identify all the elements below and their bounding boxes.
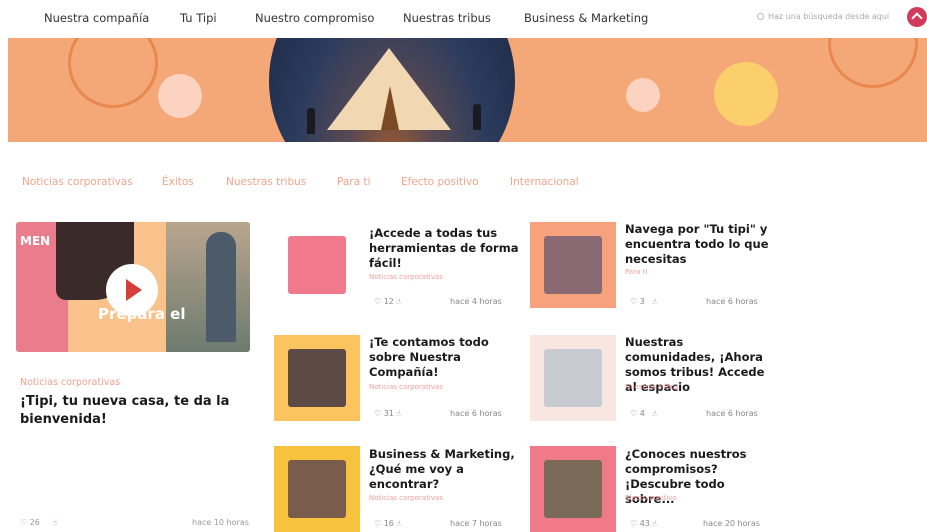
feature-category[interactable]: Noticias corporativas [20, 377, 120, 388]
card-title[interactable]: Navega por "Tu tipi" y encuentra todo lo… [625, 222, 775, 267]
heart-icon[interactable]: ♡ [630, 519, 637, 528]
heart-icon[interactable]: ♡ [374, 519, 381, 528]
banner-circle [714, 62, 778, 126]
thumbs-up-icon[interactable]: ☝ [396, 409, 420, 418]
card-category[interactable]: Nuestras tribus [625, 383, 679, 391]
card-thumbnail[interactable] [274, 335, 360, 421]
tent-door [381, 86, 399, 130]
tab-nuestras-tribus[interactable]: Nuestras tribus [226, 176, 306, 188]
card-meta: ♡ 43 ☝ [630, 519, 676, 528]
like-count: 26 [29, 518, 40, 527]
card-time: hace 7 horas [450, 519, 502, 528]
tab-exitos[interactable]: Éxitos [162, 176, 194, 188]
card-category[interactable]: Efecto positivo [625, 494, 677, 502]
banner-ring [68, 38, 158, 108]
search-input[interactable]: Haz una búsqueda desde aquí [757, 12, 889, 21]
nav-item-nuestra-compania[interactable]: Nuestra compañía [44, 11, 149, 25]
thumbs-up-icon[interactable]: ☝ [652, 519, 676, 528]
tab-noticias-corporativas[interactable]: Noticias corporativas [22, 176, 133, 188]
banner-ring [828, 38, 918, 88]
card-time: hace 6 horas [706, 409, 758, 418]
card-image [288, 460, 346, 518]
tab-efecto-positivo[interactable]: Efecto positivo [401, 176, 479, 188]
like-count: 3 [639, 297, 645, 306]
like-count: 16 [383, 519, 394, 528]
card-category[interactable]: Para ti [625, 268, 647, 276]
heart-icon[interactable]: ♡ [374, 409, 381, 418]
person-silhouette [473, 104, 481, 130]
heart-icon[interactable]: ♡ [374, 297, 381, 306]
thumbs-up-icon[interactable]: ☝ [652, 297, 676, 306]
thumbs-up-icon[interactable]: ☝ [652, 409, 676, 418]
top-navigation: Nuestra compañía Tu Tipi Nuestro comprom… [0, 0, 927, 38]
thumbs-up-icon[interactable]: ☝ [396, 297, 420, 306]
search-icon [757, 13, 764, 20]
card-image [544, 460, 602, 518]
banner-circle [158, 74, 202, 118]
feature-title[interactable]: ¡Tipi, tu nueva casa, te da la bienvenid… [20, 393, 250, 429]
tab-para-ti[interactable]: Para ti [337, 176, 370, 188]
card-meta: ♡ 31 ☝ [374, 409, 420, 418]
feature-video-thumbnail[interactable]: MEN Prepara el [16, 222, 250, 352]
heart-icon[interactable]: ♡ [630, 297, 637, 306]
card-meta: ♡ 4 ☝ [630, 409, 676, 418]
card-title[interactable]: ¡Te contamos todo sobre Nuestra Compañía… [369, 335, 519, 380]
card-time: hace 6 horas [450, 409, 502, 418]
like-count: 4 [639, 409, 645, 418]
card-image [544, 349, 602, 407]
feature-meta: ♡ 26 ☝ [20, 518, 57, 527]
card-category[interactable]: Noticias corporativas [369, 383, 443, 391]
nav-item-nuestras-tribus[interactable]: Nuestras tribus [403, 11, 491, 25]
card-thumbnail[interactable] [530, 446, 616, 532]
category-tabs: Noticias corporativas Éxitos Nuestras tr… [0, 176, 927, 196]
like-count: 31 [383, 409, 394, 418]
nav-item-nuestro-compromiso[interactable]: Nuestro compromiso [255, 11, 374, 25]
like-count: 12 [383, 297, 394, 306]
feature-image-text-top: MEN [20, 234, 51, 248]
nav-item-business-marketing[interactable]: Business & Marketing [524, 11, 648, 25]
card-thumbnail[interactable] [274, 446, 360, 532]
thumbs-up-icon[interactable]: ☝ [52, 518, 57, 527]
card-image [544, 236, 602, 294]
card-meta: ♡ 12 ☝ [374, 297, 420, 306]
feature-time: hace 10 horas [192, 518, 249, 527]
search-placeholder: Haz una búsqueda desde aquí [768, 12, 890, 21]
banner-tent-photo [269, 38, 515, 142]
card-time: hace 20 horas [703, 519, 760, 528]
heart-icon[interactable]: ♡ [630, 409, 637, 418]
card-thumbnail[interactable] [274, 222, 360, 308]
card-meta: ♡ 16 ☝ [374, 519, 420, 528]
card-title[interactable]: Business & Marketing, ¿Qué me voy a enco… [369, 447, 519, 492]
card-time: hace 6 horas [706, 297, 758, 306]
card-thumbnail[interactable] [530, 335, 616, 421]
card-time: hace 4 horas [450, 297, 502, 306]
feature-image-person [206, 232, 236, 342]
tab-internacional[interactable]: Internacional [510, 176, 579, 188]
card-category[interactable]: Noticias corporativas [369, 494, 443, 502]
person-silhouette [307, 108, 315, 134]
card-image [288, 349, 346, 407]
card-thumbnail[interactable] [530, 222, 616, 308]
card-title[interactable]: ¡Accede a todas tus herramientas de form… [369, 226, 519, 271]
banner-circle [626, 78, 660, 112]
nav-item-tu-tipi[interactable]: Tu Tipi [180, 11, 217, 25]
user-avatar[interactable] [907, 7, 927, 27]
card-meta: ♡ 3 ☝ [630, 297, 676, 306]
heart-icon[interactable]: ♡ [20, 518, 27, 527]
thumbs-up-icon[interactable]: ☝ [396, 519, 420, 528]
play-icon[interactable] [106, 264, 158, 316]
like-count: 43 [639, 519, 650, 528]
card-image [288, 236, 346, 294]
card-category[interactable]: Noticias corporativas [369, 273, 443, 281]
hero-banner [8, 38, 927, 142]
